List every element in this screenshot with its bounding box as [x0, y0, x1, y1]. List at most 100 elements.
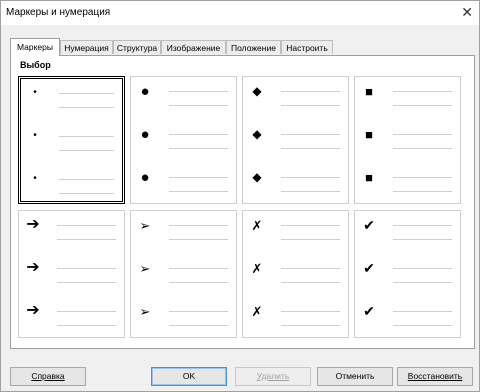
preview-text-line [393, 91, 452, 92]
title-bar: Маркеры и нумерация ✕ [1, 1, 479, 25]
preview-row: ■ [355, 167, 460, 192]
bullet-style-arrow[interactable]: ➔ ➔ ➔ [18, 210, 125, 338]
preview-text-line [393, 311, 452, 312]
tab-position[interactable]: Положение [226, 40, 281, 54]
bullet-style-large-dot[interactable]: ● ● ● [130, 76, 237, 204]
preview-text-line [169, 177, 228, 178]
preview-text-line [169, 325, 228, 326]
dialog-window: Маркеры и нумерация ✕ Маркеры Нумерация … [0, 0, 480, 392]
tab-customize[interactable]: Настроить [281, 40, 333, 54]
preview-text-line [393, 148, 452, 149]
preview-text-line [57, 311, 116, 312]
preview-text-line [393, 225, 452, 226]
bullet-style-diamond[interactable]: ◆ ◆ ◆ [242, 76, 349, 204]
arrow-bullet-icon: ➔ [26, 302, 40, 319]
section-label: Выбор [20, 60, 51, 70]
diamond-bullet-icon: ◆ [252, 127, 262, 141]
preview-text-line [169, 268, 228, 269]
small-dot-bullet-icon: • [33, 173, 37, 184]
preview-row: ● [131, 167, 236, 192]
bullet-style-arrowhead[interactable]: ➢ ➢ ➢ [130, 210, 237, 338]
preview-text-line [169, 191, 228, 192]
preview-row: ➔ [19, 215, 124, 240]
preview-text-line [57, 268, 116, 269]
preview-row: ✔ [355, 258, 460, 283]
preview-text-line [281, 311, 340, 312]
small-dot-bullet-icon: • [33, 130, 37, 141]
small-dot-bullet-icon: • [33, 87, 37, 98]
preview-text-line [281, 177, 340, 178]
preview-row: ■ [355, 124, 460, 149]
preview-row: • [21, 83, 122, 108]
preview-text-line [393, 325, 452, 326]
large-dot-bullet-icon: ● [140, 82, 150, 100]
preview-text-line [169, 105, 228, 106]
preview-text-line [57, 239, 116, 240]
large-dot-bullet-icon: ● [140, 168, 150, 186]
restore-button-label: Восстановить [407, 371, 463, 381]
preview-text-line [169, 311, 228, 312]
bullet-style-check[interactable]: ✔ ✔ ✔ [354, 210, 461, 338]
restore-button[interactable]: Восстановить [397, 367, 473, 386]
preview-text-line [59, 193, 114, 194]
ok-button[interactable]: OK [151, 367, 227, 386]
preview-text-line [57, 225, 116, 226]
bullet-style-cross[interactable]: ✗ ✗ ✗ [242, 210, 349, 338]
preview-row: ■ [355, 81, 460, 106]
cancel-button-label: Отменить [335, 371, 375, 381]
preview-row: ✗ [243, 258, 348, 283]
arrow-bullet-icon: ➔ [26, 216, 40, 233]
preview-text-line [169, 148, 228, 149]
preview-text-line [393, 282, 452, 283]
preview-text-line [57, 325, 116, 326]
preview-text-line [59, 179, 114, 180]
help-button[interactable]: Справка [10, 367, 86, 386]
arrowhead-bullet-icon: ➢ [139, 303, 151, 319]
cancel-button[interactable]: Отменить [317, 367, 393, 386]
cross-bullet-icon: ✗ [251, 303, 263, 319]
check-bullet-icon: ✔ [363, 260, 375, 276]
tab-markers[interactable]: Маркеры [10, 38, 60, 56]
preview-text-line [393, 191, 452, 192]
bullet-style-square[interactable]: ■ ■ ■ [354, 76, 461, 204]
preview-text-line [281, 91, 340, 92]
ok-button-label: OK [182, 371, 196, 381]
preview-row: ● [131, 124, 236, 149]
preview-row: • [21, 126, 122, 151]
arrowhead-bullet-icon: ➢ [139, 217, 151, 233]
preview-text-line [281, 105, 340, 106]
preview-row: • [21, 169, 122, 194]
preview-text-line [169, 282, 228, 283]
square-bullet-icon: ■ [365, 126, 373, 142]
tab-panel: Выбор • • • ● ● ● ◆ ◆ ◆ ■ ■ ■ ➔ ➔ ➔ ➢ ➢ ➢ ✗ ✗ ✗ ✔ ✔ ✔ [10, 55, 475, 349]
preview-text-line [281, 148, 340, 149]
preview-text-line [169, 239, 228, 240]
check-bullet-icon: ✔ [363, 217, 375, 233]
bullet-style-small-dot[interactable]: • • • [18, 76, 125, 204]
close-icon[interactable]: ✕ [461, 4, 473, 20]
diamond-bullet-icon: ◆ [252, 84, 262, 98]
preview-row: ➢ [131, 301, 236, 326]
preview-text-line [281, 225, 340, 226]
preview-row: ✗ [243, 301, 348, 326]
tab-image[interactable]: Изображение [161, 40, 226, 54]
preview-text-line [169, 134, 228, 135]
large-dot-bullet-icon: ● [140, 125, 150, 143]
delete-button: Удалить [235, 367, 311, 386]
bullet-style-grid: • • • ● ● ● ◆ ◆ ◆ ■ ■ ■ ➔ ➔ ➔ ➢ ➢ ➢ ✗ ✗ ✗ ✔ ✔ ✔ [18, 76, 470, 344]
tab-outline[interactable]: Структура [113, 40, 161, 54]
tab-numbering[interactable]: Нумерация [60, 40, 113, 54]
arrowhead-bullet-icon: ➢ [139, 260, 151, 276]
preview-text-line [281, 239, 340, 240]
preview-row: ➔ [19, 301, 124, 326]
preview-text-line [59, 107, 114, 108]
square-bullet-icon: ■ [365, 169, 373, 185]
preview-row: ● [131, 81, 236, 106]
preview-text-line [393, 239, 452, 240]
preview-text-line [59, 150, 114, 151]
diamond-bullet-icon: ◆ [252, 170, 262, 184]
preview-text-line [281, 191, 340, 192]
preview-text-line [393, 105, 452, 106]
check-bullet-icon: ✔ [363, 303, 375, 319]
preview-row: ➔ [19, 258, 124, 283]
